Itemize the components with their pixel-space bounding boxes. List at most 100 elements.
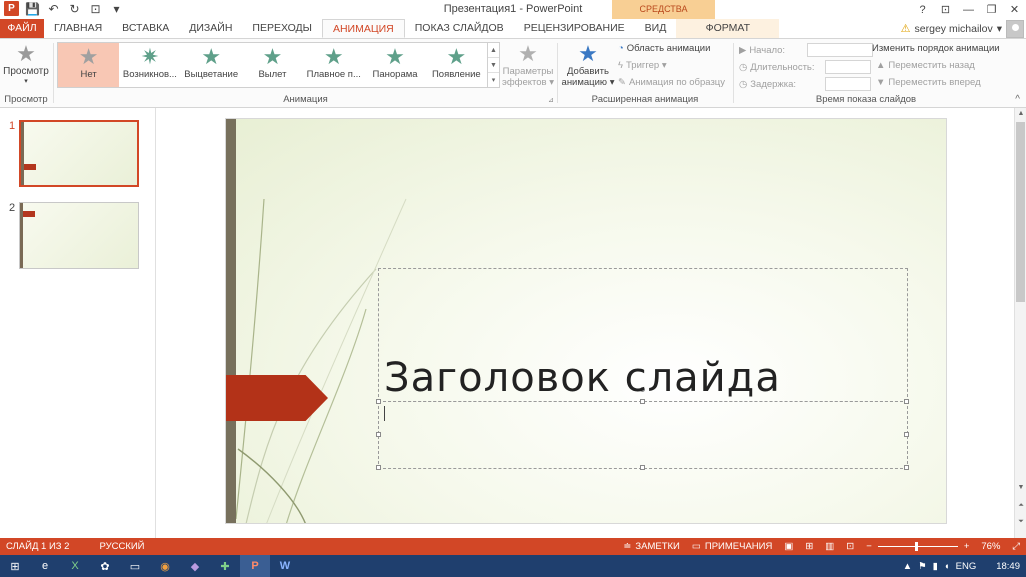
tab-transitions[interactable]: ПЕРЕХОДЫ bbox=[242, 19, 322, 38]
resize-handle[interactable] bbox=[640, 465, 645, 470]
tab-home[interactable]: ГЛАВНАЯ bbox=[44, 19, 112, 38]
scroll-down-icon[interactable]: ▼ bbox=[1015, 482, 1026, 494]
language-indicator[interactable]: РУССКИЙ bbox=[93, 541, 150, 552]
redo-icon[interactable]: ↻ bbox=[67, 1, 82, 16]
app-icon[interactable]: ✿ bbox=[90, 555, 120, 577]
zoom-slider[interactable] bbox=[877, 542, 958, 551]
start-slideshow-icon[interactable]: ⊡ bbox=[88, 1, 103, 16]
tab-format[interactable]: ФОРМАТ bbox=[676, 19, 780, 38]
ribbon-separator bbox=[557, 43, 558, 103]
save-icon[interactable]: 💾 bbox=[25, 1, 40, 16]
animation-painter-button[interactable]: ✎ Анимация по образцу bbox=[618, 77, 725, 88]
powerpoint-taskbar-icon[interactable]: P bbox=[240, 555, 270, 577]
gallery-up-icon[interactable]: ▲ bbox=[488, 43, 499, 58]
tab-design[interactable]: ДИЗАЙН bbox=[179, 19, 242, 38]
input-language[interactable]: ENG bbox=[956, 561, 977, 572]
clock[interactable]: 18:49 bbox=[996, 561, 1020, 572]
animation-fade[interactable]: ★ Выцветание bbox=[181, 43, 242, 87]
gallery-more-icon[interactable]: ▾ bbox=[488, 73, 499, 87]
zoom-out-button[interactable]: − bbox=[860, 541, 878, 552]
comments-button[interactable]: ▭ ПРИМЕЧАНИЯ bbox=[686, 541, 778, 552]
slide-title[interactable]: Заголовок слайда bbox=[384, 355, 781, 401]
previous-slide-icon[interactable]: ⏶ bbox=[1015, 500, 1026, 512]
network-icon[interactable]: ▮ bbox=[933, 561, 938, 572]
tab-file[interactable]: ФАЙЛ bbox=[0, 19, 44, 38]
tab-animations[interactable]: АНИМАЦИЯ bbox=[321, 19, 405, 38]
animation-none[interactable]: ★ Нет bbox=[58, 43, 120, 87]
zoom-in-button[interactable]: + bbox=[958, 541, 976, 552]
trigger-button[interactable]: ϟ Триггер ▾ bbox=[618, 60, 667, 71]
resize-handle[interactable] bbox=[376, 399, 381, 404]
animation-appear[interactable]: ✷ Возникнов... bbox=[119, 43, 180, 87]
close-button[interactable]: ✕ bbox=[1003, 0, 1026, 19]
dialog-launcher-icon[interactable]: ⊿ bbox=[548, 96, 554, 104]
add-animation-label-2: анимацию ▾ bbox=[561, 77, 615, 88]
flag-icon[interactable]: ⚑ bbox=[918, 561, 927, 572]
clock-icon: ◷ bbox=[739, 78, 748, 90]
slide-thumbnail-1[interactable] bbox=[19, 120, 139, 187]
resize-handle[interactable] bbox=[376, 432, 381, 437]
resize-handle[interactable] bbox=[904, 465, 909, 470]
minimize-button[interactable]: — bbox=[957, 0, 980, 19]
subtitle-placeholder[interactable] bbox=[378, 401, 908, 469]
tab-review[interactable]: РЕЦЕНЗИРОВАНИЕ bbox=[514, 19, 635, 38]
undo-icon[interactable]: ↶ bbox=[46, 1, 61, 16]
start-button-icon[interactable]: ⊞ bbox=[0, 555, 30, 577]
notes-button[interactable]: ≐ ЗАМЕТКИ bbox=[617, 541, 685, 552]
effect-options-button[interactable]: ★ Параметры эффектов ▾ bbox=[502, 42, 554, 89]
clock-icon: ◷ bbox=[739, 61, 748, 73]
excel-icon[interactable]: X bbox=[60, 555, 90, 577]
normal-view-icon[interactable]: ▣ bbox=[778, 541, 799, 552]
animation-split[interactable]: ★ Панорама bbox=[364, 43, 425, 87]
zoom-level[interactable]: 76% bbox=[975, 541, 1006, 552]
app-icon[interactable]: ▭ bbox=[120, 555, 150, 577]
animation-fly-in[interactable]: ★ Вылет bbox=[242, 43, 303, 87]
slideshow-view-icon[interactable]: ⊡ bbox=[840, 541, 860, 552]
ribbon-display-options-button[interactable]: ⊡ bbox=[934, 0, 957, 19]
move-earlier-button[interactable]: ▲ Переместить назад bbox=[876, 60, 975, 71]
ribbon-separator bbox=[53, 43, 54, 103]
resize-handle[interactable] bbox=[904, 399, 909, 404]
tab-slideshow[interactable]: ПОКАЗ СЛАЙДОВ bbox=[405, 19, 514, 38]
word-taskbar-icon[interactable]: W bbox=[270, 555, 300, 577]
help-button[interactable]: ? bbox=[911, 0, 934, 19]
start-select[interactable] bbox=[807, 43, 874, 57]
app-icon[interactable]: ✚ bbox=[210, 555, 240, 577]
gallery-down-icon[interactable]: ▼ bbox=[488, 58, 499, 73]
vertical-scrollbar[interactable]: ▲ ▼ ⏶ ⏷ bbox=[1014, 108, 1026, 538]
scrollbar-thumb[interactable] bbox=[1016, 122, 1025, 302]
volume-icon[interactable]: ◖ bbox=[944, 561, 950, 572]
system-tray: ▲ ⚑ ▮ ◖ ENG 18:49 bbox=[903, 555, 1026, 577]
tab-view[interactable]: ВИД bbox=[635, 19, 677, 38]
preview-button[interactable]: ★ Просмотр ▾ bbox=[2, 42, 50, 86]
move-later-button[interactable]: ▼ Переместить вперед bbox=[876, 77, 981, 88]
animation-pane-button[interactable]: ◔ Область анимации bbox=[618, 43, 710, 54]
play-icon: ▶ bbox=[739, 44, 747, 56]
tab-insert[interactable]: ВСТАВКА bbox=[112, 19, 179, 38]
firefox-icon[interactable]: ◉ bbox=[150, 555, 180, 577]
duration-field[interactable] bbox=[825, 60, 872, 74]
next-slide-icon[interactable]: ⏷ bbox=[1015, 516, 1026, 528]
slide-sorter-icon[interactable]: ⊞ bbox=[799, 541, 819, 552]
collapse-ribbon-icon[interactable]: ^ bbox=[1015, 94, 1020, 105]
user-account[interactable]: ⚠ sergey michailov ▾ bbox=[901, 19, 1026, 38]
tray-up-icon[interactable]: ▲ bbox=[903, 561, 912, 572]
restore-button[interactable]: ❐ bbox=[980, 0, 1003, 19]
animation-wipe[interactable]: ★ Появление bbox=[426, 43, 487, 87]
animation-float-in[interactable]: ★ Плавное п... bbox=[303, 43, 364, 87]
slide-thumbnail-2[interactable] bbox=[19, 202, 139, 269]
slide-counter[interactable]: СЛАЙД 1 ИЗ 2 bbox=[0, 541, 75, 552]
scroll-up-icon[interactable]: ▲ bbox=[1015, 108, 1026, 120]
delay-field[interactable] bbox=[825, 77, 872, 91]
effect-options-label: Параметры bbox=[502, 66, 554, 77]
add-animation-button[interactable]: ★ Добавить анимацию ▾ bbox=[560, 42, 616, 89]
internet-explorer-icon[interactable]: e bbox=[30, 555, 60, 577]
resize-handle[interactable] bbox=[904, 432, 909, 437]
powerpoint-logo-icon[interactable]: P bbox=[4, 1, 19, 16]
customize-qat-icon[interactable]: ▾ bbox=[109, 1, 124, 16]
resize-handle[interactable] bbox=[376, 465, 381, 470]
fit-slide-icon[interactable]: ⤢ bbox=[1006, 541, 1026, 552]
reading-view-icon[interactable]: ▥ bbox=[819, 541, 840, 552]
visual-studio-icon[interactable]: ◆ bbox=[180, 555, 210, 577]
slide-canvas[interactable]: Заголовок слайда bbox=[225, 118, 947, 524]
